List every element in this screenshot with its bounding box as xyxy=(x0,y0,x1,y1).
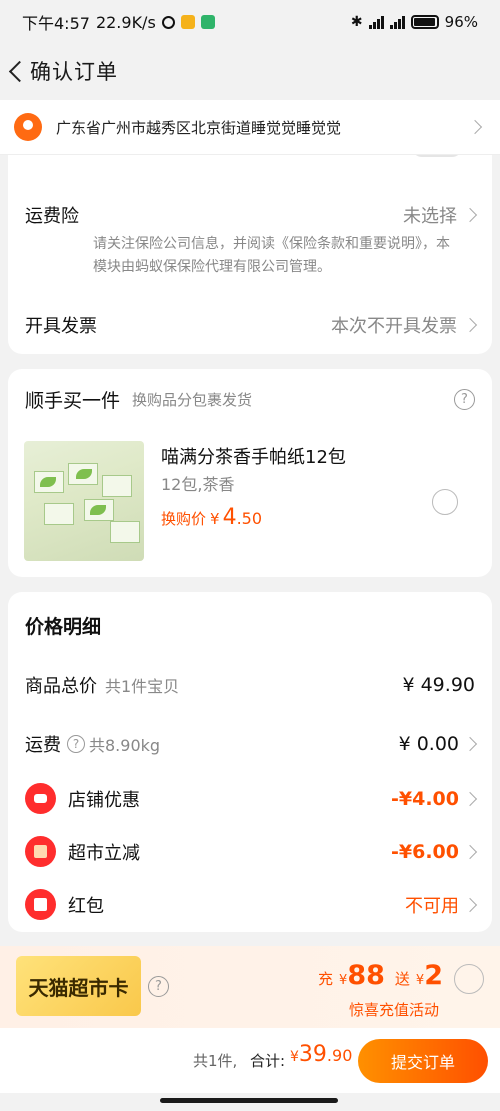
location-pin-icon xyxy=(14,113,42,141)
shipping-fee-label: 运费 xyxy=(25,735,61,756)
goods-count: 共1件宝贝 xyxy=(105,677,180,696)
supermarket-card-badge: 天猫超市卡 xyxy=(16,956,141,1016)
addon-card: 顺手买一件 换购品分包裹发货 ? 喵满分茶香手帕纸12包 12包,茶香 换购价 … xyxy=(8,369,492,577)
charge-amount: 88 xyxy=(347,960,385,991)
question-icon[interactable]: ? xyxy=(67,735,85,753)
charge-word: 充 xyxy=(318,970,334,988)
product-price: 换购价 ¥ 4 .50 xyxy=(161,505,262,530)
shipping-fee-amount: ¥ 0.00 xyxy=(398,733,478,755)
total-currency: ¥ xyxy=(290,1049,299,1065)
goods-total-row: 商品总价 共1件宝贝 ¥ 49.90 xyxy=(25,672,475,698)
chevron-right-icon xyxy=(467,119,483,135)
status-bar: 下午4:57 22.9K/s ✱ 96% xyxy=(0,0,500,44)
goods-total-label: 商品总价 xyxy=(25,676,97,697)
submit-order-button[interactable]: 提交订单 xyxy=(358,1039,488,1083)
gift-amount: 2 xyxy=(424,960,443,991)
question-icon[interactable]: ? xyxy=(148,976,169,997)
back-arrow-icon[interactable] xyxy=(6,61,26,81)
chevron-right-icon xyxy=(462,736,478,752)
supermarket-discount-amount: -¥6.00 xyxy=(391,840,478,863)
checkout-bar: 共1件, 合计: ¥ 39 .90 提交订单 xyxy=(0,1028,500,1093)
gift-word: 送 xyxy=(394,970,410,988)
shipping-insurance-row[interactable]: 运费险 未选择 xyxy=(25,202,478,228)
shop-discount-row[interactable]: 店铺优惠 -¥4.00 xyxy=(25,783,478,814)
total-integer: 39 xyxy=(298,1042,327,1067)
shipping-weight: 共8.90kg xyxy=(89,736,161,755)
network-speed: 22.9K/s xyxy=(95,12,156,32)
red-packet-status: 不可用 xyxy=(405,892,478,918)
chevron-right-icon xyxy=(462,207,478,223)
addon-title: 顺手买一件 xyxy=(25,390,121,412)
signal-icon xyxy=(368,15,384,29)
red-packet-value: 不可用 xyxy=(405,895,459,917)
charge-currency: ¥ xyxy=(339,973,348,988)
notes-app-icon xyxy=(180,15,195,29)
product-name[interactable]: 喵满分茶香手帕纸12包 xyxy=(161,443,346,469)
red-packet-row[interactable]: 红包 不可用 xyxy=(25,889,478,920)
invoice-label: 开具发票 xyxy=(25,316,97,337)
shop-discount-value: -¥4.00 xyxy=(391,787,459,810)
price-decimal: .50 xyxy=(236,509,263,528)
coupon-icon xyxy=(25,783,56,814)
supermarket-discount-row[interactable]: 超市立减 -¥6.00 xyxy=(25,836,478,867)
order-options-card: 运费险 未选择 请关注保险公司信息，并阅读《保险条款和重要说明》，本模块由蚂蚁保… xyxy=(8,145,492,354)
shipping-insurance-label: 运费险 xyxy=(25,206,79,227)
address-text: 广东省广州市越秀区北京街道睡觉觉睡觉觉 xyxy=(56,118,342,137)
item-count: 共1件, xyxy=(193,1052,238,1070)
shop-discount-label: 店铺优惠 xyxy=(68,789,140,811)
product-spec: 12包,茶香 xyxy=(161,475,235,494)
signal-icon-2 xyxy=(389,15,405,29)
price-detail-title: 价格明细 xyxy=(25,616,102,638)
invoice-value: 本次不开具发票 xyxy=(331,316,457,337)
chevron-right-icon xyxy=(462,844,478,859)
supermarket-discount-value: -¥6.00 xyxy=(391,840,459,863)
chevron-right-icon xyxy=(462,791,478,806)
shield-app-icon xyxy=(200,15,215,29)
goods-total-value: ¥ 49.90 xyxy=(402,674,475,696)
battery-level: 96% xyxy=(444,13,478,31)
red-packet-label: 红包 xyxy=(68,895,104,917)
promo-subtitle: 惊喜充值活动 xyxy=(348,1001,439,1019)
address-bar[interactable]: 广东省广州市越秀区北京街道睡觉觉睡觉觉 xyxy=(0,100,500,154)
total-decimal: .90 xyxy=(326,1046,353,1065)
red-packet-icon xyxy=(25,889,56,920)
alarm-icon xyxy=(161,15,175,29)
shipping-fee-value: ¥ 0.00 xyxy=(398,733,459,755)
price-detail-card: 价格明细 商品总价 共1件宝贝 ¥ 49.90 运费 ? 共8.90kg ¥ 0… xyxy=(8,592,492,932)
question-icon[interactable]: ? xyxy=(454,389,475,410)
addon-select-radio[interactable] xyxy=(432,489,458,515)
chevron-right-icon xyxy=(462,897,478,912)
price-label: 换购价 xyxy=(161,510,207,528)
total-amount: ¥ 39 .90 xyxy=(290,1042,352,1067)
status-time: 下午4:57 xyxy=(22,14,90,33)
shop-discount-amount: -¥4.00 xyxy=(391,787,478,810)
total-label: 合计: xyxy=(250,1052,286,1070)
shipping-insurance-value: 未选择 xyxy=(403,206,457,227)
price-currency: ¥ xyxy=(210,510,220,528)
shipping-fee-row[interactable]: 运费 ? 共8.90kg ¥ 0.00 xyxy=(25,731,478,757)
page-title: 确认订单 xyxy=(30,60,118,84)
supermarket-discount-label: 超市立减 xyxy=(68,842,140,864)
home-indicator[interactable] xyxy=(160,1098,338,1103)
discount-icon xyxy=(25,836,56,867)
chevron-right-icon xyxy=(462,317,478,333)
price-integer: 4 xyxy=(222,505,237,530)
bluetooth-icon: ✱ xyxy=(350,14,363,30)
insurance-note: 请关注保险公司信息，并阅读《保险条款和重要说明》，本模块由蚂蚁保保险代理有限公司… xyxy=(93,236,450,275)
gift-currency: ¥ xyxy=(415,973,425,988)
nav-bar: 确认订单 xyxy=(0,46,500,96)
promo-select-radio[interactable] xyxy=(454,964,484,994)
recharge-offer: 充 ¥ 88 送 ¥ 2 xyxy=(318,960,443,991)
goods-total-amount: ¥ 49.90 xyxy=(402,674,475,696)
promo-banner[interactable]: 天猫超市卡 ? 充 ¥ 88 送 ¥ 2 惊喜充值活动 xyxy=(0,946,500,1028)
invoice-row[interactable]: 开具发票 本次不开具发票 xyxy=(25,312,478,338)
addon-subtitle: 换购品分包裹发货 xyxy=(132,391,253,409)
product-thumbnail[interactable] xyxy=(24,441,144,561)
battery-icon xyxy=(410,15,439,29)
